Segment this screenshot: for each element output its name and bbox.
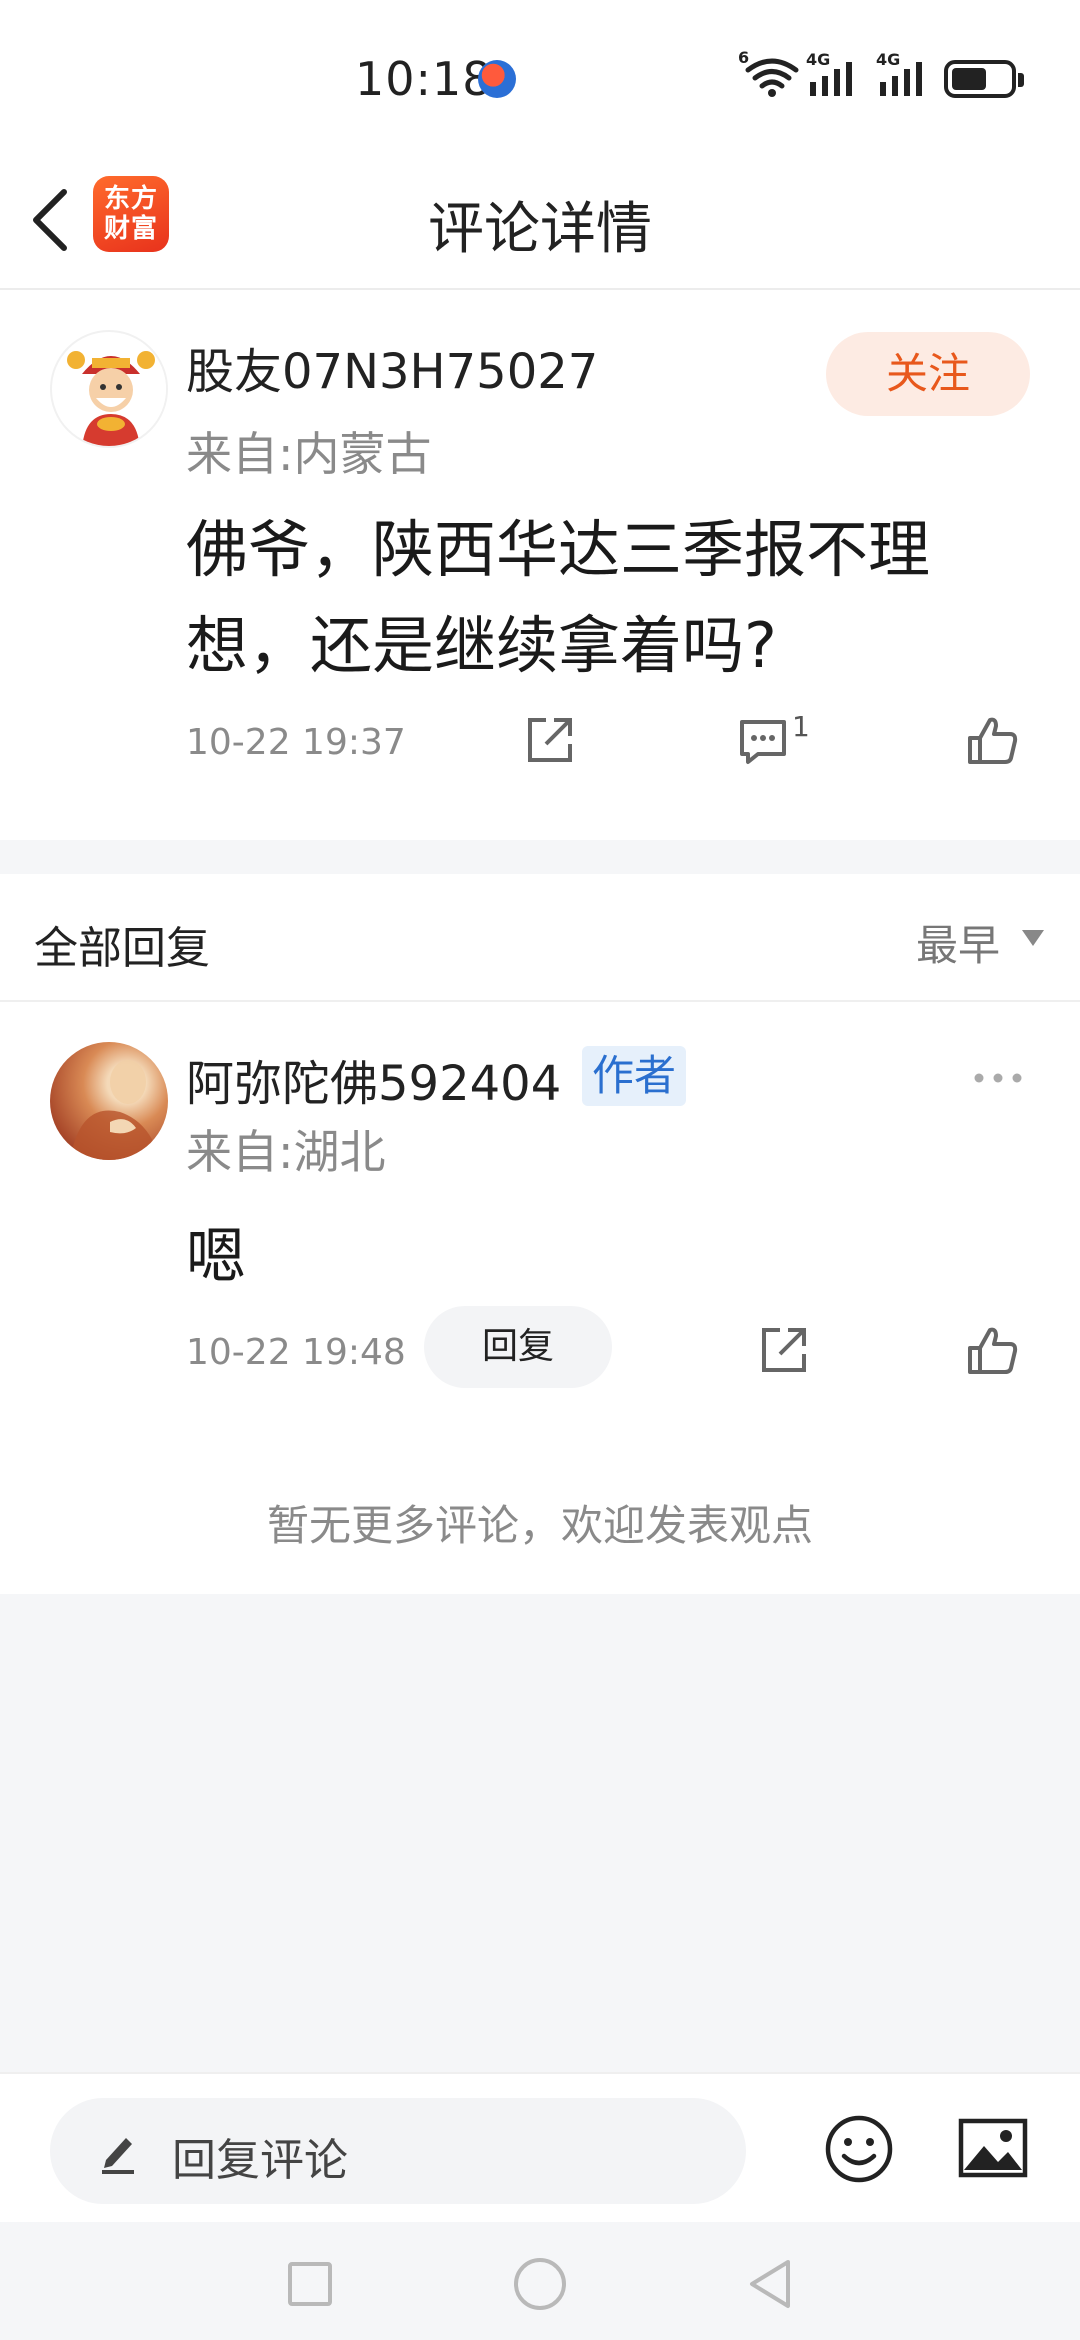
image-icon[interactable] <box>958 2118 1028 2182</box>
bottom-input-bar: 回复评论 <box>0 2072 1080 2222</box>
page-title: 评论详情 <box>428 197 652 262</box>
main-comment-card: 股友07N3H75027 来自:内蒙古 关注 佛爷，陕西华达三季报不理想，还是继… <box>0 290 1080 840</box>
home-icon[interactable] <box>514 2258 566 2310</box>
comment-content: 佛爷，陕西华达三季报不理想，还是继续拿着吗? <box>186 513 931 682</box>
battery-icon <box>944 60 1024 98</box>
comment-timestamp: 10-22 19:37 <box>186 722 406 763</box>
divider <box>0 1000 1080 1002</box>
comment-count: 1 <box>792 710 810 743</box>
reply-button[interactable]: 回复 <box>424 1306 612 1388</box>
system-nav-bar <box>0 2222 1080 2340</box>
buddha-avatar-icon <box>70 1060 160 1160</box>
signal-icon: 4G <box>876 50 936 102</box>
emoji-icon[interactable] <box>824 2114 894 2188</box>
reply-content: 嗯 <box>186 1222 246 1292</box>
signal-icon: 4G <box>806 50 866 102</box>
pencil-icon <box>96 2128 140 2178</box>
more-options-icon[interactable] <box>972 1070 1024 1089</box>
signal-label: 4G <box>876 50 901 69</box>
replies-title: 全部回复 <box>34 923 210 974</box>
replies-section: 全部回复 最早 阿弥陀佛592404 作者 来自:湖北 嗯 10-22 19:4… <box>0 874 1080 1594</box>
caishen-avatar-icon <box>53 333 166 446</box>
thumbs-up-icon[interactable] <box>966 714 1020 772</box>
avatar[interactable] <box>50 1042 168 1160</box>
top-header: 东方 财富 评论详情 <box>0 150 1080 290</box>
status-time: 10:18 <box>355 52 493 106</box>
author-badge: 作者 <box>582 1046 687 1106</box>
share-icon[interactable] <box>524 714 576 770</box>
app-notification-icon <box>478 60 516 98</box>
recent-apps-icon[interactable] <box>288 2262 332 2306</box>
username[interactable]: 阿弥陀佛592404 <box>186 1044 561 1114</box>
signal-label: 4G <box>806 50 831 69</box>
reply-timestamp: 10-22 19:48 <box>186 1332 406 1373</box>
triangle-down-icon[interactable] <box>1022 930 1044 946</box>
thumbs-up-icon[interactable] <box>966 1324 1020 1382</box>
username[interactable]: 股友07N3H75027 <box>186 332 598 402</box>
comment-icon[interactable] <box>736 716 790 772</box>
share-icon[interactable] <box>758 1324 810 1380</box>
user-location: 来自:内蒙古 <box>186 427 432 481</box>
status-bar: 10:18 6 4G 4G <box>0 0 1080 150</box>
user-location: 来自:湖北 <box>186 1125 386 1179</box>
sort-dropdown[interactable]: 最早 <box>916 912 1000 973</box>
follow-button[interactable]: 关注 <box>826 332 1030 416</box>
wifi-badge: 6 <box>738 48 750 67</box>
back-triangle-icon[interactable] <box>744 2256 794 2316</box>
reply-input-placeholder: 回复评论 <box>172 2135 348 2186</box>
avatar[interactable] <box>50 330 168 448</box>
reply-input[interactable]: 回复评论 <box>50 2098 746 2204</box>
no-more-comments-text: 暂无更多评论，欢迎发表观点 <box>266 1501 813 1550</box>
wifi-icon: 6 <box>738 48 800 102</box>
